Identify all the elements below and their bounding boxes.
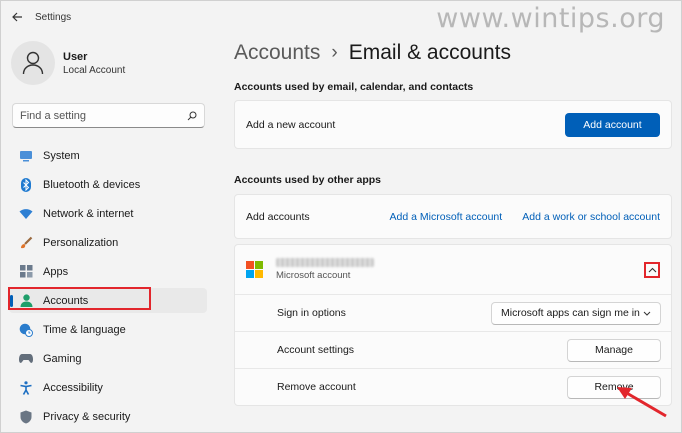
add-accounts-card: Add accounts Add a Microsoft account Add… [234, 194, 672, 239]
sidebar: User Local Account System Bluetooth & de… [1, 33, 215, 432]
sidebar-item-label: Bluetooth & devices [43, 178, 141, 191]
page-title: Email & accounts [348, 41, 511, 64]
breadcrumb: Accounts › Email & accounts [234, 41, 511, 65]
sidebar-item-gaming[interactable]: Gaming [9, 346, 207, 371]
sign-in-options-row: Sign in options Microsoft apps can sign … [235, 294, 671, 331]
app-title: Settings [35, 11, 72, 23]
globe-clock-icon [19, 323, 33, 337]
sidebar-item-label: Accessibility [43, 381, 103, 394]
profile-name: User [63, 50, 88, 63]
shield-icon [19, 410, 33, 424]
microsoft-logo-icon [246, 261, 263, 278]
add-work-school-account-link[interactable]: Add a work or school account [522, 211, 660, 223]
sign-in-options-value: Microsoft apps can sign me in [501, 307, 640, 319]
sidebar-item-privacy[interactable]: Privacy & security [9, 404, 207, 429]
brush-icon [19, 236, 33, 250]
back-arrow-icon [12, 12, 22, 22]
add-microsoft-account-link[interactable]: Add a Microsoft account [390, 211, 503, 223]
sign-in-options-dropdown[interactable]: Microsoft apps can sign me in [491, 301, 661, 325]
nav-list: System Bluetooth & devices Network & int… [8, 143, 207, 432]
sidebar-item-apps[interactable]: Apps [9, 259, 207, 284]
bluetooth-icon [19, 177, 33, 192]
add-new-account-card: Add a new account Add account [234, 100, 672, 149]
sidebar-item-system[interactable]: System [9, 143, 207, 168]
main-content: Accounts › Email & accounts Accounts use… [223, 33, 681, 432]
gamepad-icon [19, 352, 33, 366]
remove-button[interactable]: Remove [567, 375, 661, 399]
sidebar-item-time-language[interactable]: Time & language [9, 317, 207, 342]
sidebar-item-label: Gaming [43, 352, 82, 365]
add-account-button[interactable]: Add account [565, 112, 660, 137]
sidebar-item-bluetooth[interactable]: Bluetooth & devices [9, 172, 207, 197]
sidebar-item-personalization[interactable]: Personalization [9, 230, 207, 255]
account-header[interactable]: Microsoft account [235, 245, 671, 294]
sidebar-item-label: Time & language [43, 323, 126, 336]
apps-grid-icon [19, 265, 33, 279]
sidebar-item-label: System [43, 149, 80, 162]
sidebar-item-accounts[interactable]: Accounts [8, 287, 207, 313]
email-section-heading: Accounts used by email, calendar, and co… [234, 81, 474, 93]
add-new-account-label: Add a new account [246, 118, 336, 131]
account-type-label: Microsoft account [276, 270, 351, 281]
sidebar-item-label: Apps [43, 265, 69, 278]
chevron-down-icon [643, 311, 651, 316]
collapse-button[interactable] [644, 261, 660, 278]
title-bar: Settings www.wintips.org [1, 1, 681, 34]
remove-account-row: Remove account Remove [235, 368, 671, 405]
search-icon[interactable] [187, 111, 197, 121]
user-profile[interactable]: User Local Account [11, 41, 125, 85]
sidebar-item-label: Accounts [43, 294, 89, 307]
breadcrumb-parent[interactable]: Accounts [234, 41, 320, 65]
person-icon [19, 294, 33, 308]
profile-subtitle: Local Account [63, 64, 126, 76]
apps-section-heading: Accounts used by other apps [234, 174, 382, 186]
accessibility-icon [19, 380, 33, 395]
sidebar-item-label: Personalization [43, 236, 119, 249]
user-icon [22, 51, 44, 75]
wifi-icon [19, 207, 33, 221]
chevron-up-icon [648, 267, 656, 272]
avatar [11, 41, 55, 85]
microsoft-account-card: Microsoft account Sign in options Micros… [234, 244, 672, 406]
sidebar-item-network[interactable]: Network & internet [9, 201, 207, 226]
account-settings-label: Account settings [277, 344, 355, 356]
sidebar-item-accessibility[interactable]: Accessibility [9, 375, 207, 400]
account-settings-row: Account settings Manage [235, 331, 671, 368]
sidebar-item-label: Network & internet [43, 207, 134, 220]
manage-button[interactable]: Manage [567, 338, 661, 362]
back-button[interactable] [1, 1, 33, 33]
add-accounts-label: Add accounts [246, 210, 310, 223]
monitor-icon [19, 149, 33, 163]
search-box[interactable] [12, 103, 205, 128]
breadcrumb-separator: › [331, 42, 338, 63]
settings-window: Settings www.wintips.org User Local Acco… [0, 0, 682, 433]
search-input[interactable] [20, 109, 187, 122]
blurred-account-email [276, 258, 374, 267]
sign-in-options-label: Sign in options [277, 307, 346, 319]
sidebar-item-label: Privacy & security [43, 410, 131, 423]
watermark-text: www.wintips.org [436, 3, 665, 34]
remove-account-label: Remove account [277, 381, 356, 393]
